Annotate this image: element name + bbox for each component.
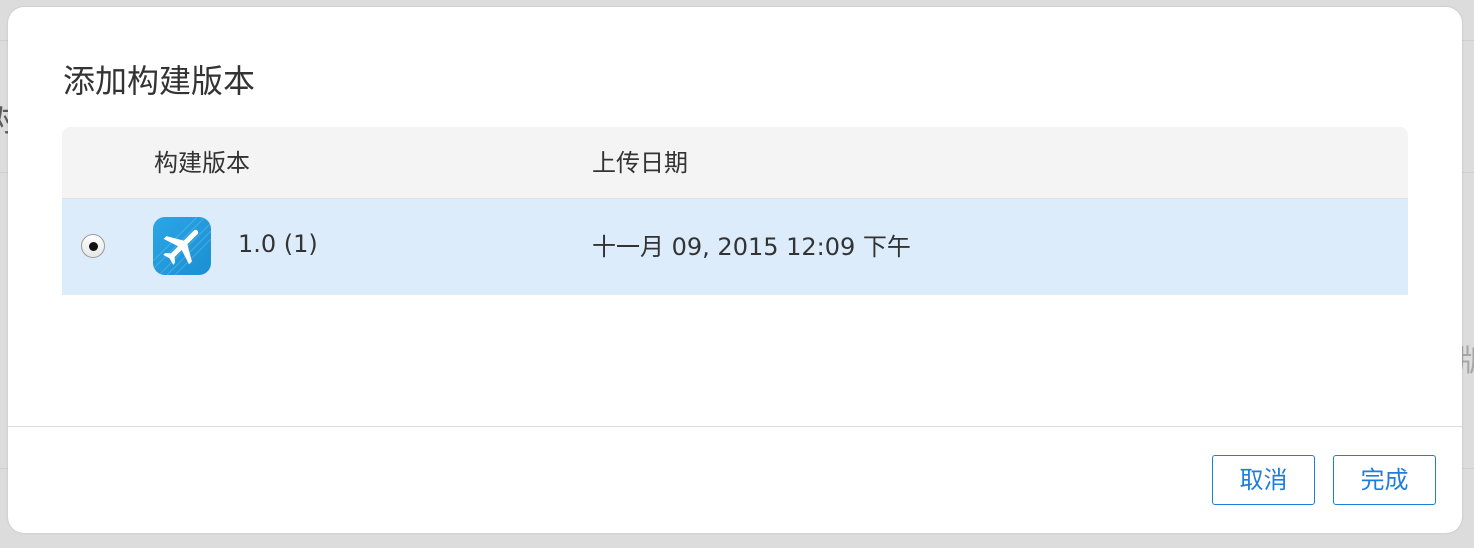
cancel-button[interactable]: 取消 — [1212, 455, 1315, 505]
upload-date-text: 十一月 09, 2015 12:09 下午 — [592, 233, 911, 261]
airplane-app-icon — [153, 217, 211, 275]
build-version-text: 1.0 (1) — [238, 230, 318, 258]
builds-table: 构建版本 上传日期 1.0 (1) 十一月 09, 2015 12:09 下午 — [62, 127, 1408, 295]
column-header-upload-date: 上传日期 — [592, 149, 688, 177]
radio-selected-dot — [89, 242, 98, 251]
dialog-title: 添加构建版本 — [63, 62, 256, 100]
build-radio-button[interactable] — [81, 234, 105, 258]
table-header: 构建版本 上传日期 — [62, 127, 1408, 199]
column-header-build: 构建版本 — [154, 149, 250, 177]
add-build-dialog: 添加构建版本 构建版本 上传日期 1.0 (1) 十一月 09, 2015 12… — [8, 7, 1462, 533]
footer-divider — [8, 426, 1462, 427]
table-row[interactable]: 1.0 (1) 十一月 09, 2015 12:09 下午 — [62, 199, 1408, 295]
done-button[interactable]: 完成 — [1333, 455, 1436, 505]
